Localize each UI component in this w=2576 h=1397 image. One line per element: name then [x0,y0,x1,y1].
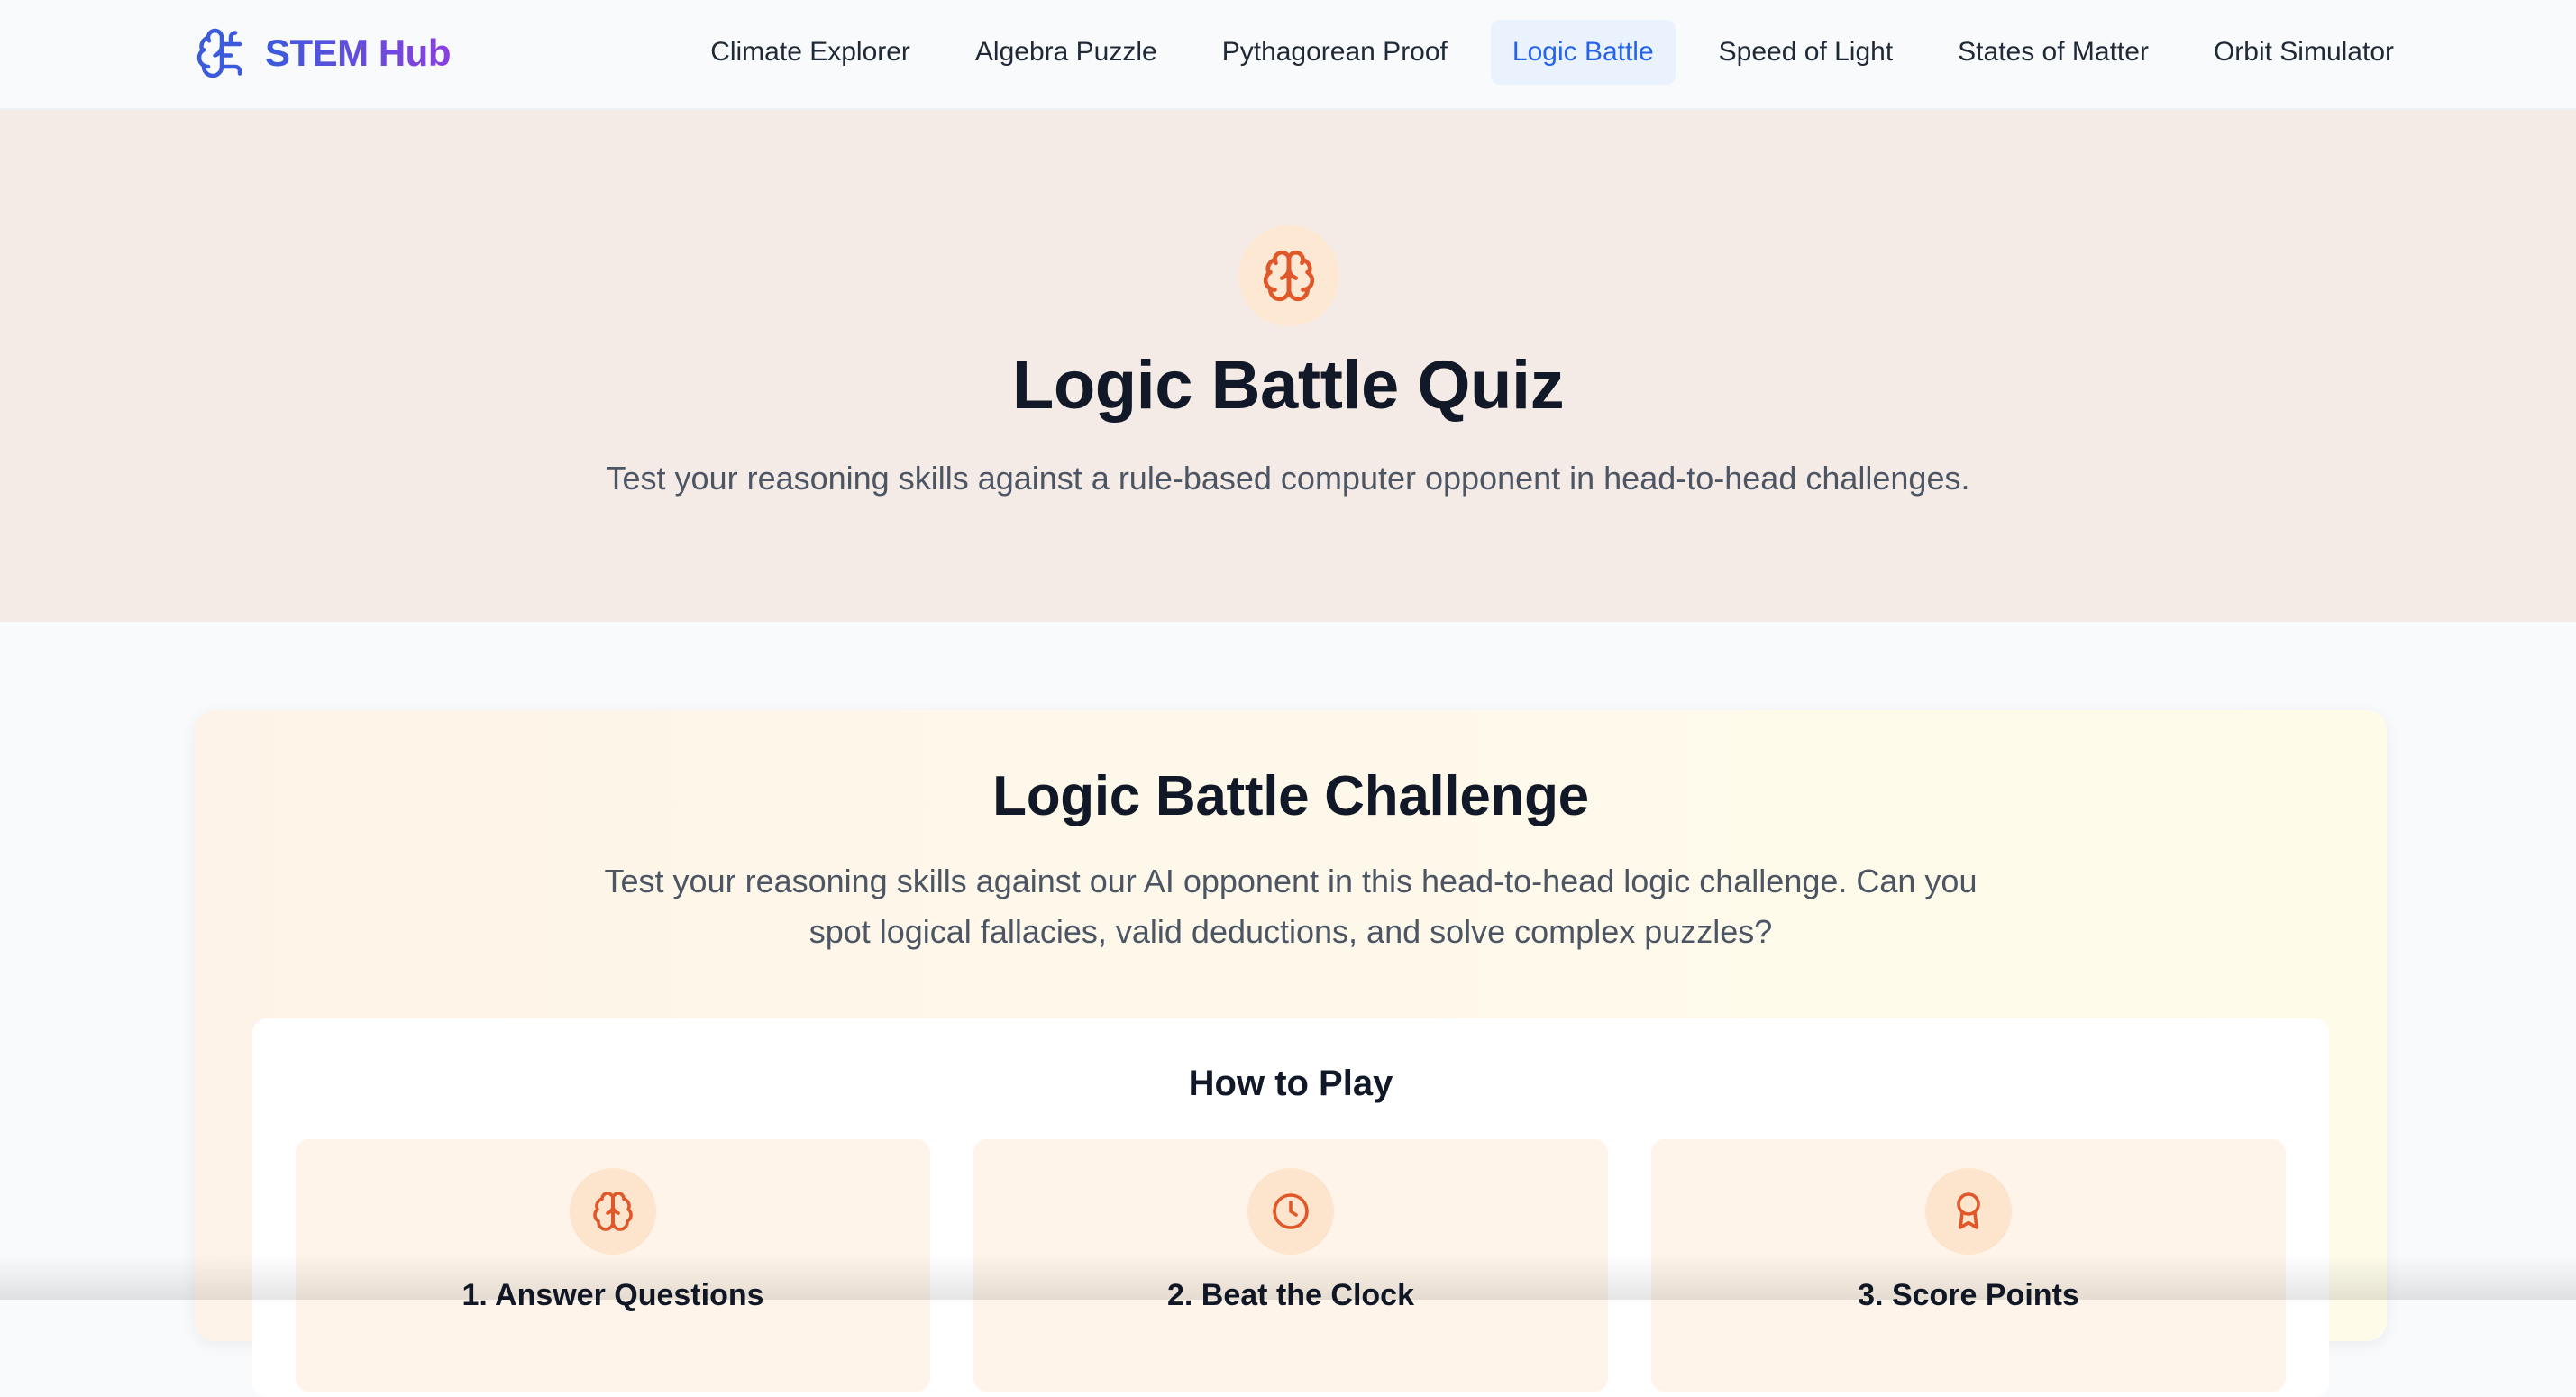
step-label: 1. Answer Questions [461,1278,764,1312]
brain-icon [570,1168,656,1255]
how-to-play-title: How to Play [1188,1064,1393,1103]
top-nav-bar: STEM Hub Climate Explorer Algebra Puzzle… [0,0,2576,110]
nav-climate-explorer[interactable]: Climate Explorer [689,20,932,85]
step-card-beat-the-clock: 2. Beat the Clock [973,1139,1608,1392]
hero-icon-badge [1238,225,1339,326]
nav-pythagorean-proof[interactable]: Pythagorean Proof [1201,20,1469,85]
step-label: 3. Score Points [1858,1278,2079,1312]
page-title: Logic Battle Quiz [1011,347,1565,424]
brand-link[interactable]: STEM Hub [195,22,451,85]
step-card-answer-questions: 1. Answer Questions [296,1139,930,1392]
how-to-play-panel: How to Play 1. Answer Questions 2. Beat … [252,1018,2329,1397]
challenge-card: Logic Battle Challenge Test your reasoni… [195,710,2387,1397]
brand-name: STEM Hub [265,32,451,74]
step-label: 2. Beat the Clock [1167,1278,1414,1312]
nav-orbit-simulator[interactable]: Orbit Simulator [2192,20,2416,85]
award-icon [1925,1168,2012,1255]
page-subtitle: Test your reasoning skills against a rul… [606,460,1970,497]
nav-logic-battle[interactable]: Logic Battle [1490,20,1676,85]
brain-icon [1261,248,1317,304]
challenge-title: Logic Battle Challenge [992,765,1589,827]
clock-icon [1247,1168,1334,1255]
nav-algebra-puzzle[interactable]: Algebra Puzzle [954,20,1179,85]
main-nav: Climate Explorer Algebra Puzzle Pythagor… [689,20,2416,85]
hero-section: Logic Battle Quiz Test your reasoning sk… [0,110,2576,622]
brain-logo-icon [195,24,249,82]
nav-speed-of-light[interactable]: Speed of Light [1697,20,1915,85]
step-card-score-points: 3. Score Points [1651,1139,2286,1392]
nav-states-of-matter[interactable]: States of Matter [1936,20,2170,85]
challenge-description: Test your reasoning skills against our A… [604,863,1978,950]
